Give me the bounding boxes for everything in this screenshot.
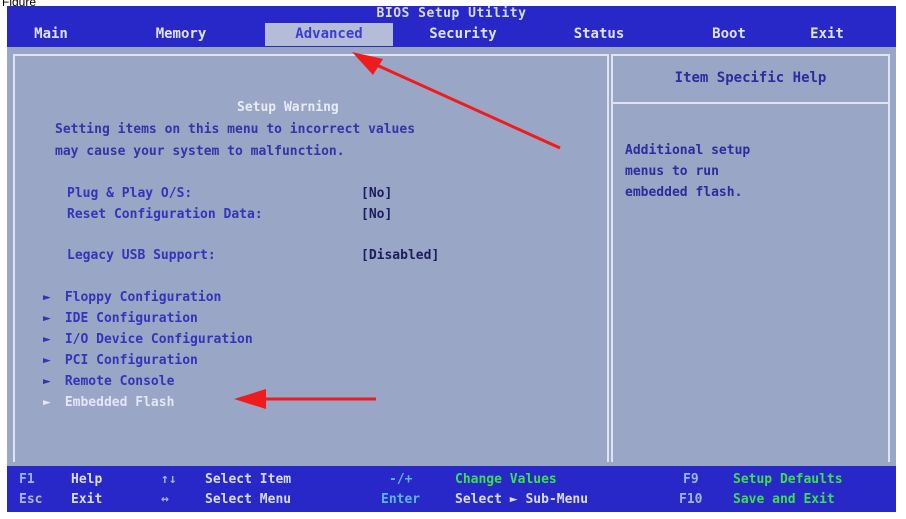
submenu-label: Remote Console <box>64 374 175 389</box>
setup-warning-title: Setup Warning <box>237 100 339 115</box>
key-minus-plus: -/+ <box>389 472 413 487</box>
key-f9: F9 <box>683 472 699 487</box>
key-enter: Enter <box>381 492 421 507</box>
submenu-pci[interactable]: ► PCI Configuration <box>43 353 198 368</box>
submenu-embedded-flash[interactable]: ► Embedded Flash <box>43 395 174 410</box>
option-plug-and-play-label: Plug & Play O/S: <box>67 186 193 201</box>
submenu-arrow-icon: ► <box>43 395 51 410</box>
hint-exit: Exit <box>71 492 103 507</box>
key-esc: Esc <box>19 492 43 507</box>
submenu-remote-console[interactable]: ► Remote Console <box>43 374 174 389</box>
help-panel: Item Specific Help Additional setup menu… <box>611 54 890 462</box>
menu-main[interactable]: Main <box>21 23 81 46</box>
submenu-arrow-icon: ► <box>43 332 51 347</box>
menu-exit[interactable]: Exit <box>797 23 857 46</box>
option-plug-and-play-value[interactable]: [No] <box>361 186 392 201</box>
help-title: Item Specific Help <box>613 56 888 104</box>
submenu-arrow-icon: ► <box>43 374 51 389</box>
key-left-right: ↔ <box>161 492 169 507</box>
menu-security[interactable]: Security <box>415 23 511 46</box>
help-line-1: Additional setup <box>625 143 751 158</box>
status-bar: F1 Help Esc Exit ↑↓ Select Item ↔ Select… <box>7 466 896 512</box>
menu-bar: Main Memory Advanced Security Status Boo… <box>7 22 896 47</box>
key-f10: F10 <box>679 492 703 507</box>
submenu-label: I/O Device Configuration <box>64 332 253 347</box>
hint-setup-defaults: Setup Defaults <box>733 472 843 487</box>
bios-screen: BIOS Setup Utility Main Memory Advanced … <box>7 6 896 512</box>
option-reset-config-value[interactable]: [No] <box>361 207 392 222</box>
key-f1: F1 <box>19 472 35 487</box>
option-legacy-usb-label: Legacy USB Support: <box>67 248 216 263</box>
hint-save-and-exit: Save and Exit <box>733 492 835 507</box>
menu-advanced[interactable]: Advanced <box>265 23 393 46</box>
hint-select-item: Select Item <box>205 472 292 487</box>
submenu-label: Floppy Configuration <box>64 290 222 305</box>
submenu-arrow-icon: ► <box>43 353 51 368</box>
menu-boot[interactable]: Boot <box>697 23 761 46</box>
option-reset-config-label: Reset Configuration Data: <box>67 207 263 222</box>
menu-status[interactable]: Status <box>559 23 639 46</box>
submenu-floppy[interactable]: ► Floppy Configuration <box>43 290 221 305</box>
submenu-arrow-icon: ► <box>43 290 51 305</box>
warning-line-1: Setting items on this menu to incorrect … <box>55 122 416 137</box>
hint-select-menu: Select Menu <box>205 492 292 507</box>
settings-panel: Setup Warning Setting items on this menu… <box>13 54 609 462</box>
bios-title: BIOS Setup Utility <box>7 6 896 22</box>
submenu-ide[interactable]: ► IDE Configuration <box>43 311 198 326</box>
submenu-label: PCI Configuration <box>64 353 198 368</box>
submenu-label: IDE Configuration <box>64 311 198 326</box>
help-line-2: menus to run <box>625 164 719 179</box>
submenu-label: Embedded Flash <box>64 395 175 410</box>
help-line-3: embedded flash. <box>625 185 743 200</box>
hint-change-values: Change Values <box>455 472 557 487</box>
menu-memory[interactable]: Memory <box>139 23 223 46</box>
hint-select-submenu: Select ► Sub-Menu <box>455 492 589 507</box>
key-up-down: ↑↓ <box>161 472 177 487</box>
submenu-arrow-icon: ► <box>43 311 51 326</box>
hint-help: Help <box>71 472 103 487</box>
submenu-io-device[interactable]: ► I/O Device Configuration <box>43 332 253 347</box>
help-text: Additional setup menus to run embedded f… <box>625 140 885 203</box>
option-legacy-usb-value[interactable]: [Disabled] <box>361 248 439 263</box>
warning-line-2: may cause your system to malfunction. <box>55 144 345 159</box>
